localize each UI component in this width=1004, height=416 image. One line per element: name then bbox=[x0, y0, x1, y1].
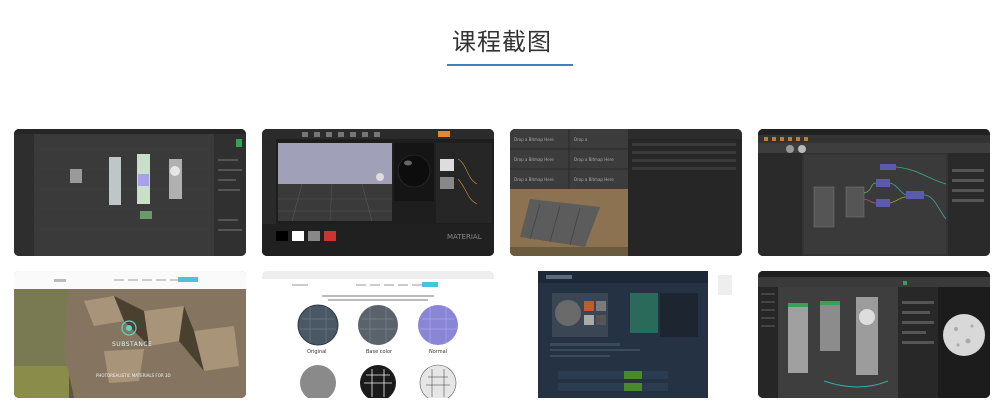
sphere-label-base-color: Base color bbox=[366, 349, 393, 355]
substance-graph-image bbox=[758, 129, 990, 256]
bitmap-panels-image: Drop a Bitmap Here Drop a Drop a Bitmap H… bbox=[510, 129, 742, 256]
course-screenshots-section: 课程截图 MATERIAL Drop a Bitmap Here Drop a … bbox=[0, 0, 1004, 416]
screenshot-thumbnail-bitmap-panels[interactable]: Drop a Bitmap Here Drop a Drop a Bitmap H… bbox=[510, 129, 742, 256]
sphere-label-original: Original bbox=[307, 349, 327, 355]
screenshot-thumbnail-substance-landing[interactable]: SUBSTANCE PHOTOREALISTIC MATERIALS FOR 3… bbox=[14, 271, 246, 398]
svg-text:MATERIAL: MATERIAL bbox=[447, 233, 482, 241]
svg-text:Drop a: Drop a bbox=[574, 137, 588, 142]
svg-text:Drop a Bitmap Here: Drop a Bitmap Here bbox=[514, 137, 554, 142]
screenshot-thumbnail-substance-graph[interactable] bbox=[758, 129, 990, 256]
material-editor-image: MATERIAL bbox=[262, 129, 494, 256]
sphere-label-normal: Normal bbox=[429, 349, 448, 355]
node-graph-image bbox=[14, 129, 246, 256]
svg-text:Drop a Bitmap Here: Drop a Bitmap Here bbox=[514, 157, 554, 162]
section-title: 课程截图 bbox=[452, 28, 552, 56]
sphere-graph-image bbox=[758, 271, 990, 398]
screenshot-grid: MATERIAL Drop a Bitmap Here Drop a Drop a… bbox=[14, 129, 991, 398]
screenshot-thumbnail-node-graph[interactable] bbox=[14, 129, 246, 256]
substance-landing-image bbox=[14, 271, 246, 398]
screenshot-thumbnail-dark-web-page[interactable] bbox=[510, 271, 742, 398]
sphere-previews-image bbox=[262, 271, 494, 398]
screenshot-thumbnail-sphere-previews[interactable]: Original Base color Normal bbox=[262, 271, 494, 398]
dark-web-page-image bbox=[510, 271, 742, 398]
svg-text:Drop a Bitmap Here: Drop a Bitmap Here bbox=[574, 177, 614, 182]
substance-caption-text: PHOTOREALISTIC MATERIALS FOR 3D bbox=[96, 373, 171, 378]
svg-text:Drop a Bitmap Here: Drop a Bitmap Here bbox=[574, 157, 614, 162]
screenshot-thumbnail-sphere-graph[interactable] bbox=[758, 271, 990, 398]
title-underline bbox=[447, 64, 573, 66]
substance-brand-text: SUBSTANCE bbox=[112, 341, 153, 348]
screenshot-thumbnail-material-editor[interactable]: MATERIAL bbox=[262, 129, 494, 256]
svg-text:Drop a Bitmap Here: Drop a Bitmap Here bbox=[514, 177, 554, 182]
